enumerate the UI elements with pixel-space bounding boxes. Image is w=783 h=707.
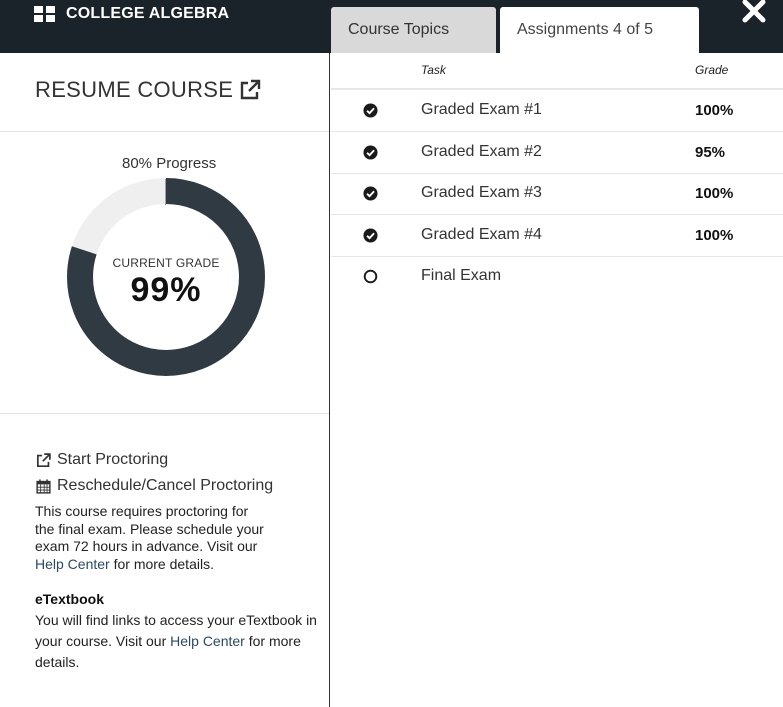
proctoring-note: This course requires proctoring for the … <box>35 503 264 573</box>
note-tail: for more details. <box>109 555 214 572</box>
left-panel: RESUME COURSE 80% Progress CURRENT GRADE… <box>0 53 330 707</box>
assignments-panel: Task Grade Graded Exam #1 100% Graded Exam… <box>331 53 783 707</box>
current-grade-caption: CURRENT GRADE <box>112 256 220 270</box>
close-button[interactable] <box>739 0 769 26</box>
table-row[interactable]: Graded Exam #4 100% <box>331 215 783 257</box>
divider <box>0 131 329 132</box>
table-row[interactable]: Graded Exam #3 100% <box>331 173 783 215</box>
help-center-link[interactable]: Help Center <box>35 556 110 572</box>
task-grade: 100% <box>695 185 734 202</box>
external-link-icon <box>36 452 51 467</box>
etextbook-text: You will find links to access your eText… <box>35 610 320 673</box>
check-circle-icon <box>363 144 378 160</box>
task-name: Graded Exam #2 <box>421 142 542 160</box>
divider <box>0 413 329 414</box>
resume-course-button[interactable]: RESUME COURSE <box>35 77 262 103</box>
note-line: exam 72 hours in advance. Visit our <box>35 538 258 554</box>
task-grade: 100% <box>695 226 734 244</box>
calendar-icon <box>36 478 51 494</box>
check-circle-icon <box>363 227 378 243</box>
check-circle-icon <box>363 186 378 201</box>
note-line: the final exam. Please schedule your <box>35 520 264 537</box>
external-link-icon <box>241 79 261 100</box>
task-name: Graded Exam #3 <box>421 184 542 201</box>
note-line: Help Center for more details. <box>35 556 264 574</box>
task-grade: 100% <box>695 102 734 119</box>
task-name: Graded Exam #4 <box>421 225 542 243</box>
progress-label: 80% Progress <box>122 155 217 172</box>
table-header: Task Grade <box>331 53 783 90</box>
reschedule-proctoring-label: Reschedule/Cancel Proctoring <box>57 477 274 494</box>
check-circle-icon <box>363 103 378 118</box>
note-line: This course requires proctoring for <box>35 503 249 519</box>
close-icon <box>742 0 766 23</box>
resume-course-label: RESUME COURSE <box>35 77 234 102</box>
start-proctoring-link[interactable]: Start Proctoring <box>35 451 168 469</box>
tab-course-topics[interactable]: Course Topics <box>331 7 496 53</box>
start-proctoring-label: Start Proctoring <box>57 451 169 468</box>
reschedule-proctoring-link[interactable]: Reschedule/Cancel Proctoring <box>35 477 273 495</box>
column-header-grade: Grade <box>695 63 729 77</box>
grid-icon <box>34 5 55 23</box>
etextbook-title: eTextbook <box>35 591 104 607</box>
tab-course-topics-label: Course Topics <box>348 21 450 38</box>
empty-circle-icon <box>363 269 378 284</box>
etextbook-help-center-link[interactable]: Help Center <box>170 633 245 649</box>
course-brand: COLLEGE ALGEBRA <box>34 5 229 23</box>
column-header-task: Task <box>421 63 446 77</box>
current-grade-value: 99% <box>130 271 202 309</box>
task-grade: 95% <box>695 143 726 161</box>
tab-assignments[interactable]: Assignments 4 of 5 <box>500 7 699 53</box>
task-name: Graded Exam #1 <box>421 101 542 118</box>
tab-assignments-label: Assignments 4 of 5 <box>517 21 654 38</box>
course-title: COLLEGE ALGEBRA <box>66 5 230 22</box>
table-row[interactable]: Final Exam <box>331 256 783 298</box>
task-name: Final Exam <box>421 267 502 284</box>
table-row[interactable]: Graded Exam #1 100% <box>331 90 783 132</box>
table-row[interactable]: Graded Exam #2 95% <box>331 132 783 174</box>
